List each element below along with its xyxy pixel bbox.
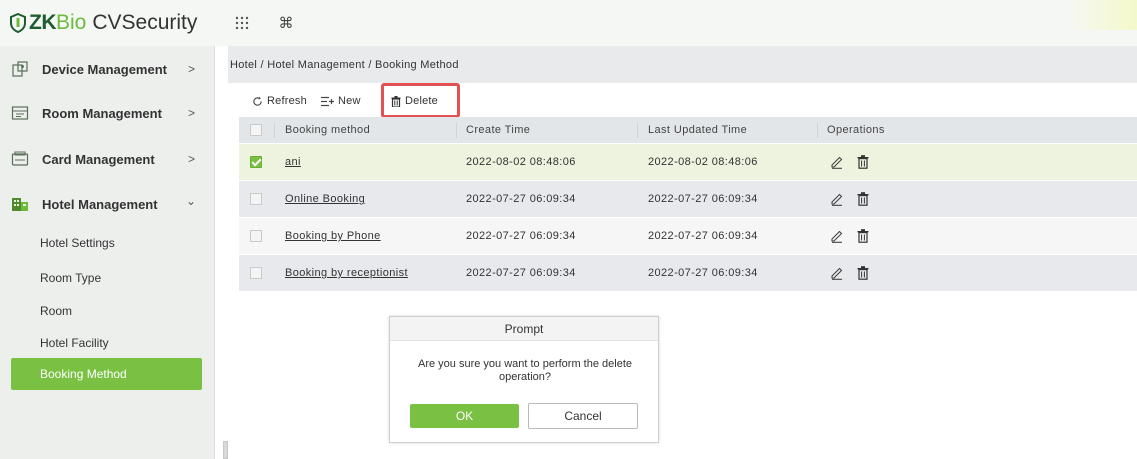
hotel-icon — [12, 198, 28, 211]
booking-method-table: Booking method Create Time Last Updated … — [239, 117, 1137, 292]
toolbar: Refresh New Delete — [228, 83, 1137, 119]
card-icon — [11, 151, 29, 166]
dialog-title: Prompt — [390, 317, 658, 341]
sidebar-item-label: Room Management — [42, 105, 162, 121]
sidebar-subitem-room[interactable]: Room — [0, 296, 215, 326]
sidebar-item-hotel-management[interactable]: Hotel Management ⌄ — [0, 182, 215, 226]
delete-highlight-box — [381, 83, 460, 118]
delete-trash-icon[interactable] — [857, 229, 869, 243]
shield-logo-icon — [10, 13, 26, 33]
column-divider — [637, 123, 638, 138]
row-checkbox[interactable] — [250, 267, 262, 279]
edit-pencil-icon[interactable] — [830, 266, 844, 280]
sidebar-item-label: Hotel Management — [42, 196, 158, 212]
sidebar-subitem-label: Hotel Settings — [40, 236, 115, 250]
chevron-down-icon: ⌄ — [186, 194, 197, 208]
sidebar-item-room-management[interactable]: Room Management > — [0, 91, 215, 135]
breadcrumb: Hotel / Hotel Management / Booking Metho… — [228, 46, 1137, 83]
create-time-cell: 2022-08-02 08:48:06 — [466, 156, 576, 168]
app-window: ZK Bio CVSecurity ⌘ Device Management > — [0, 0, 1137, 459]
sidebar-subitem-room-type[interactable]: Room Type — [0, 263, 215, 293]
device-icon — [12, 61, 28, 77]
delete-trash-icon[interactable] — [857, 155, 869, 169]
refresh-button[interactable]: Refresh — [252, 91, 307, 111]
room-icon — [11, 106, 29, 120]
chevron-right-icon: > — [188, 152, 196, 166]
booking-method-link[interactable]: Booking by receptionist — [285, 255, 408, 291]
brand-logo[interactable]: ZK Bio CVSecurity — [10, 11, 197, 35]
sidebar-subitem-hotel-settings[interactable]: Hotel Settings — [0, 228, 215, 258]
column-divider — [817, 123, 818, 138]
grid-dots-icon[interactable] — [232, 13, 252, 33]
booking-method-link[interactable]: Booking by Phone — [285, 218, 381, 254]
column-header-operations: Operations — [827, 124, 885, 136]
column-header-booking-method[interactable]: Booking method — [285, 117, 370, 143]
new-label: New — [338, 95, 361, 107]
select-all-checkbox[interactable] — [250, 124, 262, 136]
table-row[interactable]: Booking by Phone 2022-07-27 06:09:34 202… — [239, 218, 1137, 255]
cancel-button[interactable]: Cancel — [528, 403, 638, 429]
command-icon[interactable]: ⌘ — [276, 13, 296, 33]
create-time-cell: 2022-07-27 06:09:34 — [466, 230, 576, 242]
brand-bio: Bio — [56, 11, 87, 34]
sidebar-item-label: Device Management — [42, 61, 167, 77]
booking-method-link[interactable]: Online Booking — [285, 181, 365, 217]
column-header-last-updated[interactable]: Last Updated Time — [648, 117, 747, 143]
sidebar: Device Management > Room Management > Ca… — [0, 46, 215, 459]
edit-pencil-icon[interactable] — [830, 155, 844, 169]
delete-trash-icon[interactable] — [857, 192, 869, 206]
sidebar-subitem-label: Hotel Facility — [40, 336, 109, 350]
sidebar-item-card-management[interactable]: Card Management > — [0, 137, 215, 181]
updated-time-cell: 2022-08-02 08:48:06 — [648, 156, 758, 168]
new-button[interactable]: New — [321, 91, 361, 111]
updated-time-cell: 2022-07-27 06:09:34 — [648, 267, 758, 279]
updated-time-cell: 2022-07-27 06:09:34 — [648, 230, 758, 242]
booking-method-link[interactable]: ani — [285, 144, 301, 180]
edit-pencil-icon[interactable] — [830, 229, 844, 243]
sidebar-subitem-label: Room — [40, 304, 73, 318]
brand-zk: ZK — [29, 11, 57, 34]
new-list-icon — [321, 96, 334, 106]
column-header-create-time[interactable]: Create Time — [466, 117, 530, 143]
create-time-cell: 2022-07-27 06:09:34 — [466, 267, 576, 279]
table-row[interactable]: ani 2022-08-02 08:48:06 2022-08-02 08:48… — [239, 144, 1137, 181]
column-divider — [274, 123, 275, 138]
sidebar-subitem-label: Booking Method — [40, 367, 127, 381]
sidebar-subitem-booking-method[interactable]: Booking Method — [11, 358, 202, 390]
chevron-right-icon: > — [188, 106, 196, 120]
sidebar-item-device-management[interactable]: Device Management > — [0, 47, 215, 91]
sidebar-item-label: Card Management — [42, 151, 155, 167]
edit-pencil-icon[interactable] — [830, 192, 844, 206]
top-bar: ZK Bio CVSecurity ⌘ — [0, 0, 1137, 46]
sidebar-subitem-hotel-facility[interactable]: Hotel Facility — [0, 328, 215, 358]
sidebar-subitem-label: Room Type — [40, 271, 102, 285]
brand-cvsecurity: CVSecurity — [92, 11, 198, 34]
column-divider — [456, 123, 457, 138]
delete-trash-icon[interactable] — [857, 266, 869, 280]
corner-highlight — [1067, 0, 1137, 30]
dialog-message: Are you sure you want to perform the del… — [417, 358, 632, 383]
row-checkbox[interactable] — [250, 230, 262, 242]
row-checkbox[interactable] — [250, 156, 262, 168]
row-checkbox[interactable] — [250, 193, 262, 205]
ok-button[interactable]: OK — [410, 404, 519, 428]
table-row[interactable]: Online Booking 2022-07-27 06:09:34 2022-… — [239, 181, 1137, 218]
confirm-delete-dialog: Prompt Are you sure you want to perform … — [389, 316, 659, 443]
table-header-row: Booking method Create Time Last Updated … — [239, 117, 1137, 144]
chevron-right-icon: > — [188, 62, 196, 76]
create-time-cell: 2022-07-27 06:09:34 — [466, 193, 576, 205]
updated-time-cell: 2022-07-27 06:09:34 — [648, 193, 758, 205]
sidebar-collapse-handle[interactable] — [223, 441, 228, 459]
refresh-label: Refresh — [267, 95, 307, 107]
table-row[interactable]: Booking by receptionist 2022-07-27 06:09… — [239, 255, 1137, 292]
refresh-icon — [253, 96, 262, 106]
